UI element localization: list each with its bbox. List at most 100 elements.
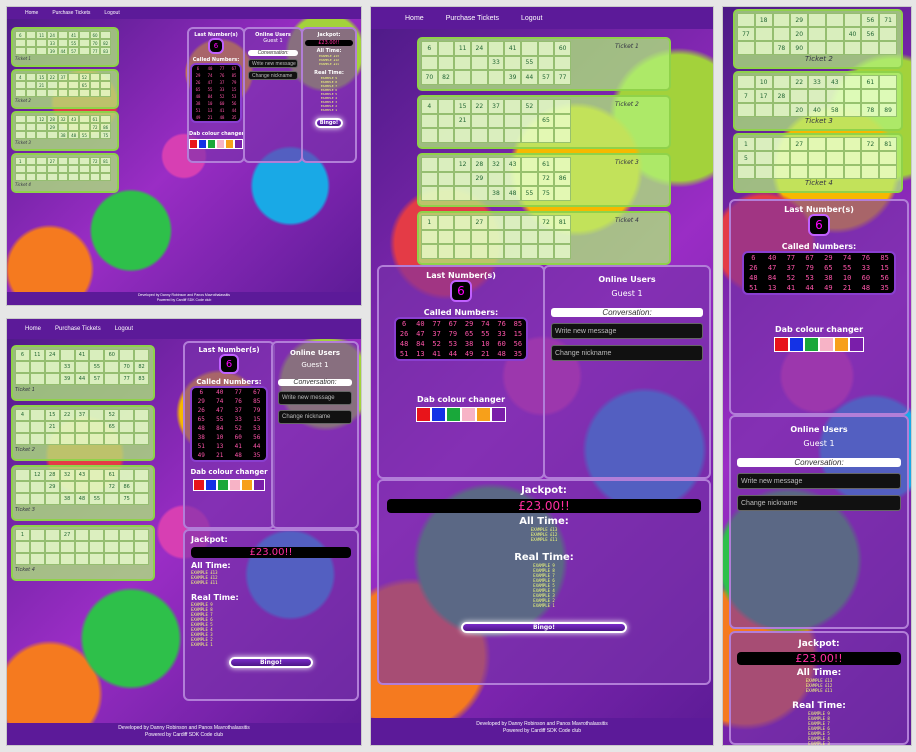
dab-color-swatch[interactable] <box>849 337 864 352</box>
bingo-ticket[interactable]: 4 15 22 37 52 21 65 Ticket 2 <box>11 405 155 461</box>
ticket-cell[interactable] <box>470 70 488 85</box>
dab-color-swatch[interactable] <box>189 139 198 149</box>
ticket-cell[interactable] <box>843 41 862 55</box>
ticket-cell[interactable]: 60 <box>89 31 101 39</box>
ticket-cell[interactable]: 33 <box>47 39 58 47</box>
ticket-cell[interactable] <box>29 373 45 385</box>
ticket-cell[interactable]: 57 <box>89 373 105 385</box>
ticket-cell[interactable]: 1 <box>421 215 438 230</box>
ticket-cell[interactable] <box>100 173 111 181</box>
ticket-cell[interactable] <box>15 47 26 55</box>
ticket-cell[interactable] <box>879 151 897 165</box>
dab-color-swatch[interactable] <box>198 139 207 149</box>
ticket-cell[interactable]: 7 <box>737 89 755 103</box>
bingo-button[interactable]: Bingo! <box>315 118 343 128</box>
ticket-cell[interactable] <box>520 41 538 56</box>
ticket-cell[interactable]: 65 <box>537 113 555 129</box>
message-input[interactable]: Write new message <box>551 323 703 339</box>
ticket-cell[interactable] <box>437 215 455 230</box>
ticket-cell[interactable] <box>772 75 791 89</box>
ticket-cell[interactable]: 38 <box>57 131 69 139</box>
ticket-cell[interactable] <box>44 529 60 541</box>
ticket-cell[interactable] <box>454 128 471 143</box>
ticket-cell[interactable]: 43 <box>504 157 521 172</box>
ticket-cell[interactable] <box>15 493 30 505</box>
ticket-cell[interactable] <box>119 553 135 565</box>
ticket-cell[interactable] <box>437 171 455 187</box>
ticket-cell[interactable]: 1 <box>15 157 26 165</box>
ticket-cell[interactable] <box>119 421 135 433</box>
ticket-cell[interactable] <box>790 151 809 165</box>
nickname-input[interactable]: Change nickname <box>278 410 352 424</box>
ticket-cell[interactable]: 29 <box>470 171 488 187</box>
ticket-cell[interactable]: 58 <box>825 103 844 117</box>
ticket-cell[interactable] <box>15 173 26 181</box>
ticket-cell[interactable] <box>520 215 538 230</box>
ticket-cell[interactable] <box>421 113 438 129</box>
ticket-cell[interactable] <box>74 433 90 445</box>
ticket-cell[interactable] <box>25 131 37 139</box>
ticket-cell[interactable] <box>554 128 571 143</box>
ticket-cell[interactable] <box>879 27 897 41</box>
ticket-cell[interactable] <box>754 165 773 179</box>
ticket-cell[interactable] <box>470 128 488 143</box>
ticket-cell[interactable] <box>36 39 47 47</box>
ticket-cell[interactable] <box>74 421 90 433</box>
ticket-cell[interactable]: 40 <box>808 103 826 117</box>
ticket-cell[interactable] <box>15 39 26 47</box>
ticket-cell[interactable] <box>29 553 45 565</box>
ticket-cell[interactable] <box>25 31 37 39</box>
message-input[interactable]: Write new message <box>737 473 901 489</box>
ticket-cell[interactable] <box>119 529 135 541</box>
ticket-cell[interactable] <box>454 186 471 201</box>
bingo-ticket[interactable]: 6 11 24 41 60 33 55 70 82 39 44 57 77 83 Ticket 1 <box>11 345 155 401</box>
ticket-cell[interactable]: 55 <box>520 55 538 71</box>
ticket-cell[interactable] <box>25 89 37 97</box>
ticket-cell[interactable] <box>772 151 791 165</box>
ticket-cell[interactable] <box>29 361 45 373</box>
ticket-cell[interactable] <box>754 103 773 117</box>
ticket-cell[interactable]: 32 <box>487 157 505 172</box>
ticket-cell[interactable]: 21 <box>44 421 60 433</box>
ticket-cell[interactable] <box>454 215 471 230</box>
ticket-cell[interactable] <box>57 173 69 181</box>
ticket-cell[interactable] <box>520 229 538 245</box>
ticket-cell[interactable]: 77 <box>737 27 755 41</box>
ticket-cell[interactable] <box>134 469 149 481</box>
ticket-cell[interactable] <box>59 541 75 553</box>
ticket-cell[interactable] <box>520 128 538 143</box>
ticket-cell[interactable]: 24 <box>47 31 58 39</box>
ticket-cell[interactable] <box>487 244 505 259</box>
ticket-cell[interactable] <box>25 115 37 123</box>
ticket-cell[interactable] <box>15 481 30 493</box>
ticket-cell[interactable]: 82 <box>100 39 111 47</box>
bingo-ticket[interactable]: 1 27 Ticket 4 <box>11 525 155 581</box>
ticket-cell[interactable] <box>29 433 45 445</box>
ticket-cell[interactable] <box>44 433 60 445</box>
dab-color-swatch[interactable] <box>491 407 506 422</box>
ticket-cell[interactable] <box>89 81 101 89</box>
dab-color-swatch[interactable] <box>431 407 446 422</box>
ticket-cell[interactable] <box>520 113 538 129</box>
ticket-cell[interactable] <box>15 81 26 89</box>
ticket-cell[interactable] <box>79 31 90 39</box>
ticket-cell[interactable]: 39 <box>59 373 75 385</box>
ticket-cell[interactable]: 4 <box>15 409 30 421</box>
ticket-cell[interactable] <box>89 541 105 553</box>
ticket-cell[interactable]: 44 <box>520 70 538 85</box>
ticket-cell[interactable] <box>15 541 30 553</box>
ticket-cell[interactable]: 39 <box>504 70 521 85</box>
ticket-cell[interactable] <box>454 171 471 187</box>
ticket-cell[interactable]: 81 <box>100 157 111 165</box>
ticket-cell[interactable]: 81 <box>554 215 571 230</box>
dab-color-swatch[interactable] <box>774 337 789 352</box>
ticket-cell[interactable]: 18 <box>754 13 773 27</box>
ticket-cell[interactable]: 55 <box>79 131 90 139</box>
ticket-cell[interactable] <box>15 469 30 481</box>
ticket-cell[interactable] <box>879 165 897 179</box>
ticket-cell[interactable] <box>504 55 521 71</box>
ticket-cell[interactable] <box>843 103 862 117</box>
ticket-cell[interactable] <box>134 409 149 421</box>
ticket-cell[interactable] <box>520 157 538 172</box>
ticket-cell[interactable] <box>57 81 69 89</box>
